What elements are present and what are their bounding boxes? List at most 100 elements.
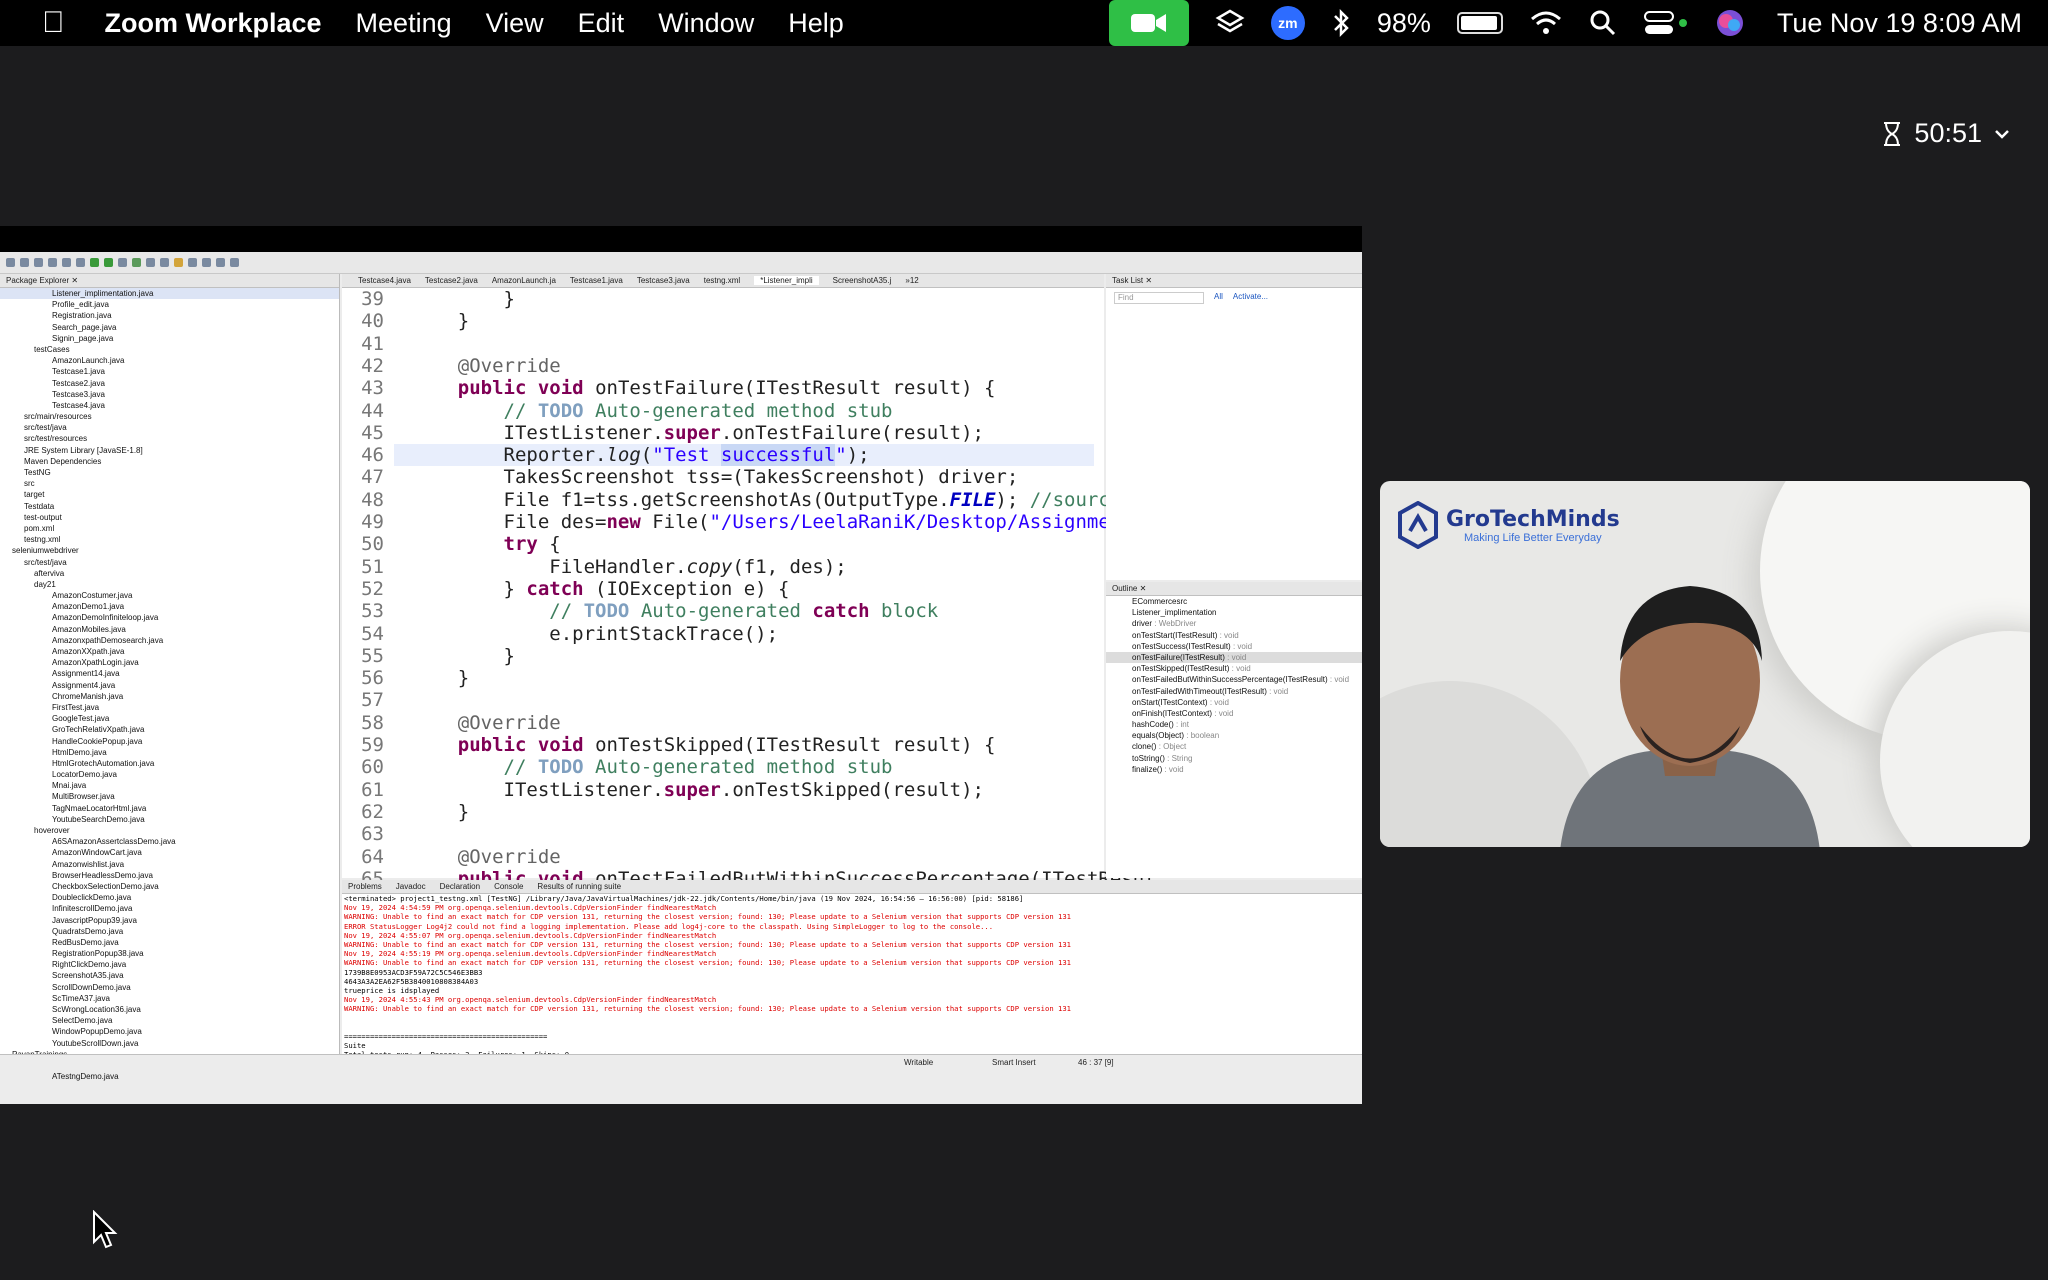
outline-item[interactable]: Listener_implimentation [1106,607,1362,618]
tree-item[interactable]: Registration.java [0,310,339,321]
webcam-tile[interactable]: GroTechMinds Making Life Better Everyday [1380,481,2030,847]
wifi-icon[interactable] [1529,9,1563,37]
tree-item[interactable]: CheckboxSelectionDemo.java [0,881,339,892]
tree-item[interactable]: test-output [0,512,339,523]
code-line[interactable]: ITestListener.super.onTestFailure(result… [412,422,984,444]
tree-item[interactable]: SelectDemo.java [0,1015,339,1026]
tree-item[interactable]: target [0,489,339,500]
search-icon[interactable] [160,258,169,267]
outline-item[interactable]: onTestSuccess(ITestResult) : void [1106,641,1362,652]
all-filter[interactable]: All [1214,292,1223,304]
code-line[interactable]: } [412,801,469,823]
code-line[interactable]: @Override [412,355,561,377]
outline-item[interactable]: onFinish(ITestContext) : void [1106,708,1362,719]
close-icon[interactable]: ✕ [71,276,78,285]
tree-item[interactable]: AmazonLaunch.java [0,355,339,366]
tree-item[interactable]: LocatorDemo.java [0,769,339,780]
tree-item[interactable]: MultiBrowser.java [0,791,339,802]
tree-item[interactable]: GroTechRelativXpath.java [0,724,339,735]
tree-item[interactable]: Testdata [0,501,339,512]
console-tab[interactable]: Results of running suite [537,880,621,893]
tree-item[interactable]: testCases [0,344,339,355]
editor-tab[interactable]: Testcase2.java [425,276,478,285]
tree-item[interactable]: ScWrongLocation36.java [0,1004,339,1015]
code-area[interactable]: 39 } 40 } 41 42 @Override 43 public void onT… [342,288,1155,890]
outline-item[interactable]: onStart(ITestContext) : void [1106,697,1362,708]
code-line[interactable]: try { [412,533,561,555]
tree-item[interactable]: Testcase2.java [0,378,339,389]
tree-item[interactable]: Profile_edit.java [0,299,339,310]
bluetooth-icon[interactable] [1331,8,1351,38]
editor-tab[interactable]: Testcase3.java [637,276,690,285]
new-class-icon[interactable] [132,258,141,267]
tree-item[interactable]: GoogleTest.java [0,713,339,724]
code-line[interactable]: } [412,667,469,689]
app-menu[interactable]: Zoom Workplace [105,8,322,39]
meeting-timer[interactable]: 50:51 [1882,118,2010,149]
menu-edit[interactable]: Edit [578,8,625,39]
code-line[interactable]: public void onTestFailure(ITestResult re… [412,377,996,399]
code-line[interactable]: } [412,288,515,310]
tree-item[interactable]: seleniumwebdriver [0,545,339,556]
tree-item[interactable]: src/main/resources [0,411,339,422]
outline-item[interactable]: finalize() : void [1106,764,1362,775]
tree-item[interactable]: YoutubeScrollDown.java [0,1038,339,1049]
tree-item[interactable]: Assignment14.java [0,668,339,679]
menu-meeting[interactable]: Meeting [356,8,452,39]
tree-item[interactable]: HtmlGrotechAutomation.java [0,758,339,769]
code-line[interactable]: File des=new File("/Users/LeelaRaniK/Des… [412,511,1156,533]
undo-icon[interactable] [62,258,71,267]
editor-tab[interactable]: ScreenshotA35.j [833,276,892,285]
tree-item[interactable]: Mnai.java [0,780,339,791]
outline-item[interactable]: onTestFailedButWithinSuccessPercentage(I… [1106,674,1362,685]
outline-item[interactable]: onTestSkipped(ITestResult) : void [1106,663,1362,674]
tree-item[interactable]: ScTimeA37.java [0,993,339,1004]
coverage-icon[interactable] [118,258,127,267]
tree-item[interactable]: TagNmaeLocatorHtml.java [0,803,339,814]
menu-view[interactable]: View [486,8,544,39]
tree-item[interactable]: Listener_implimentation.java [0,288,339,300]
code-line[interactable]: } catch (IOException e) { [412,578,790,600]
editor-tab[interactable]: testng.xml [704,276,740,285]
tree-item[interactable]: Search_page.java [0,322,339,333]
tree-item[interactable]: pom.xml [0,523,339,534]
close-icon[interactable]: ✕ [1140,584,1147,593]
outline-item[interactable]: equals(Object) : boolean [1106,730,1362,741]
tree-item[interactable]: testng.xml [0,534,339,545]
back-icon[interactable] [216,258,225,267]
tree-item[interactable]: hoverover [0,825,339,836]
tree-item[interactable]: Testcase4.java [0,400,339,411]
tree-item[interactable]: afterviva [0,568,339,579]
tree-item[interactable]: FirstTest.java [0,702,339,713]
outline-item[interactable]: driver : WebDriver [1106,618,1362,629]
outline-item[interactable]: onTestFailure(ITestResult) : void [1106,651,1362,664]
tree-item[interactable]: Maven Dependencies [0,456,339,467]
tree-item[interactable]: DoubleclickDemo.java [0,892,339,903]
forward-icon[interactable] [230,258,239,267]
save-icon[interactable] [20,258,29,267]
code-line[interactable]: // TODO Auto-generated method stub [412,400,893,422]
control-center-icon[interactable] [1643,9,1689,37]
siri-icon[interactable] [1715,8,1745,38]
layers-icon[interactable] [1215,8,1245,38]
tree-item[interactable]: ScrollDownDemo.java [0,982,339,993]
code-line[interactable]: File f1=tss.getScreenshotAs(OutputType.F… [412,489,1156,511]
tree-item[interactable]: AmazonCostumer.java [0,590,339,601]
tree-item[interactable]: ATestngDemo.java [0,1071,339,1082]
code-line[interactable]: Reporter.log("Test successful"); [412,444,870,467]
code-line[interactable]: ITestListener.super.onTestSkipped(result… [412,779,984,801]
battery-icon[interactable] [1456,12,1503,34]
console-tab[interactable]: Declaration [440,880,480,893]
new-icon[interactable] [6,258,15,267]
marker-icon[interactable] [202,258,211,267]
editor-tab[interactable]: Testcase1.java [570,276,623,285]
tree-item[interactable]: JRE System Library [JavaSE-1.8] [0,445,339,456]
tree-item[interactable]: AmazonWindowCart.java [0,847,339,858]
tree-item[interactable]: src/test/java [0,422,339,433]
tree-item[interactable]: src/test/resources [0,433,339,444]
tree-item[interactable]: src/test/java [0,557,339,568]
tree-item[interactable]: ScreenshotA35.java [0,970,339,981]
outline-item[interactable]: clone() : Object [1106,741,1362,752]
tree-item[interactable]: A6SAmazonAssertclassDemo.java [0,836,339,847]
editor-tab[interactable]: Testcase4.java [358,276,411,285]
